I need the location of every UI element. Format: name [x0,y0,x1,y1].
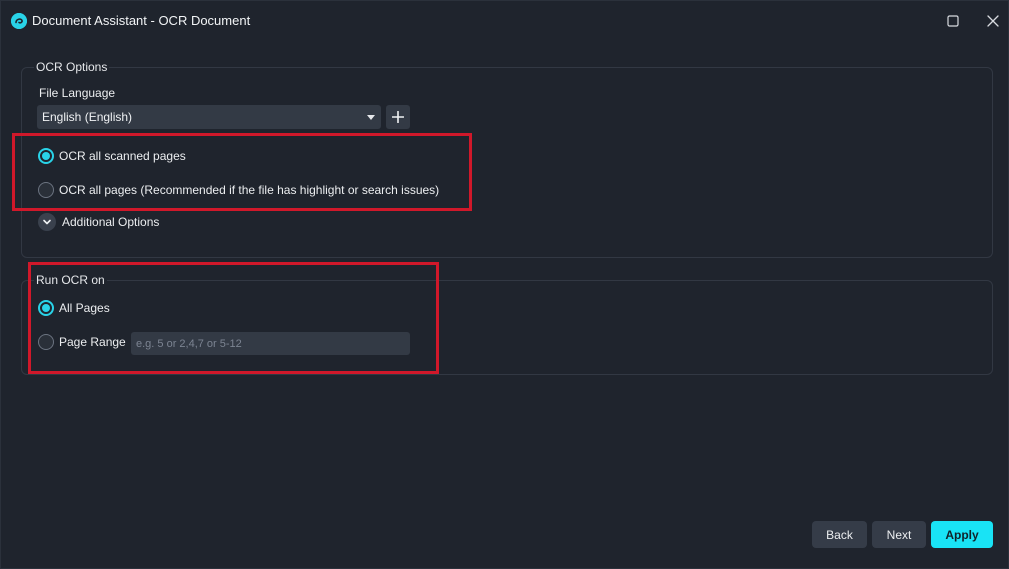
add-language-button[interactable] [386,105,410,129]
ocr-scanned-pages-label[interactable]: OCR all scanned pages [59,149,186,163]
apply-button[interactable]: Apply [931,521,993,548]
ocr-options-legend: OCR Options [34,60,110,74]
next-button[interactable]: Next [872,521,926,548]
maximize-button[interactable] [941,9,965,33]
run-ocr-on-group [21,280,993,375]
ocr-document-window: Document Assistant - OCR Document OCR Op… [0,0,1009,569]
all-pages-label[interactable]: All Pages [59,301,110,315]
back-button[interactable]: Back [812,521,867,548]
page-range-radio[interactable] [38,334,54,350]
file-language-value: English (English) [42,110,133,124]
additional-options-label[interactable]: Additional Options [62,215,159,229]
additional-options-toggle[interactable] [38,213,56,231]
file-language-select[interactable]: English (English) [37,105,381,129]
ocr-all-pages-label[interactable]: OCR all pages (Recommended if the file h… [59,183,439,197]
run-ocr-on-legend: Run OCR on [34,273,107,287]
window-title: Document Assistant - OCR Document [32,13,251,28]
all-pages-radio[interactable] [38,300,54,316]
plus-icon [392,111,404,123]
title-bar: Document Assistant - OCR Document [1,1,1009,41]
page-range-input[interactable] [131,332,410,355]
app-logo-icon [11,13,27,29]
close-button[interactable] [981,9,1005,33]
close-icon [987,15,999,27]
ocr-all-pages-radio[interactable] [38,182,54,198]
page-range-label[interactable]: Page Range [59,335,126,349]
file-language-label: File Language [39,86,116,100]
caret-down-icon [367,115,375,120]
maximize-icon [947,15,959,27]
ocr-scanned-pages-radio[interactable] [38,148,54,164]
chevron-down-icon [43,219,51,225]
